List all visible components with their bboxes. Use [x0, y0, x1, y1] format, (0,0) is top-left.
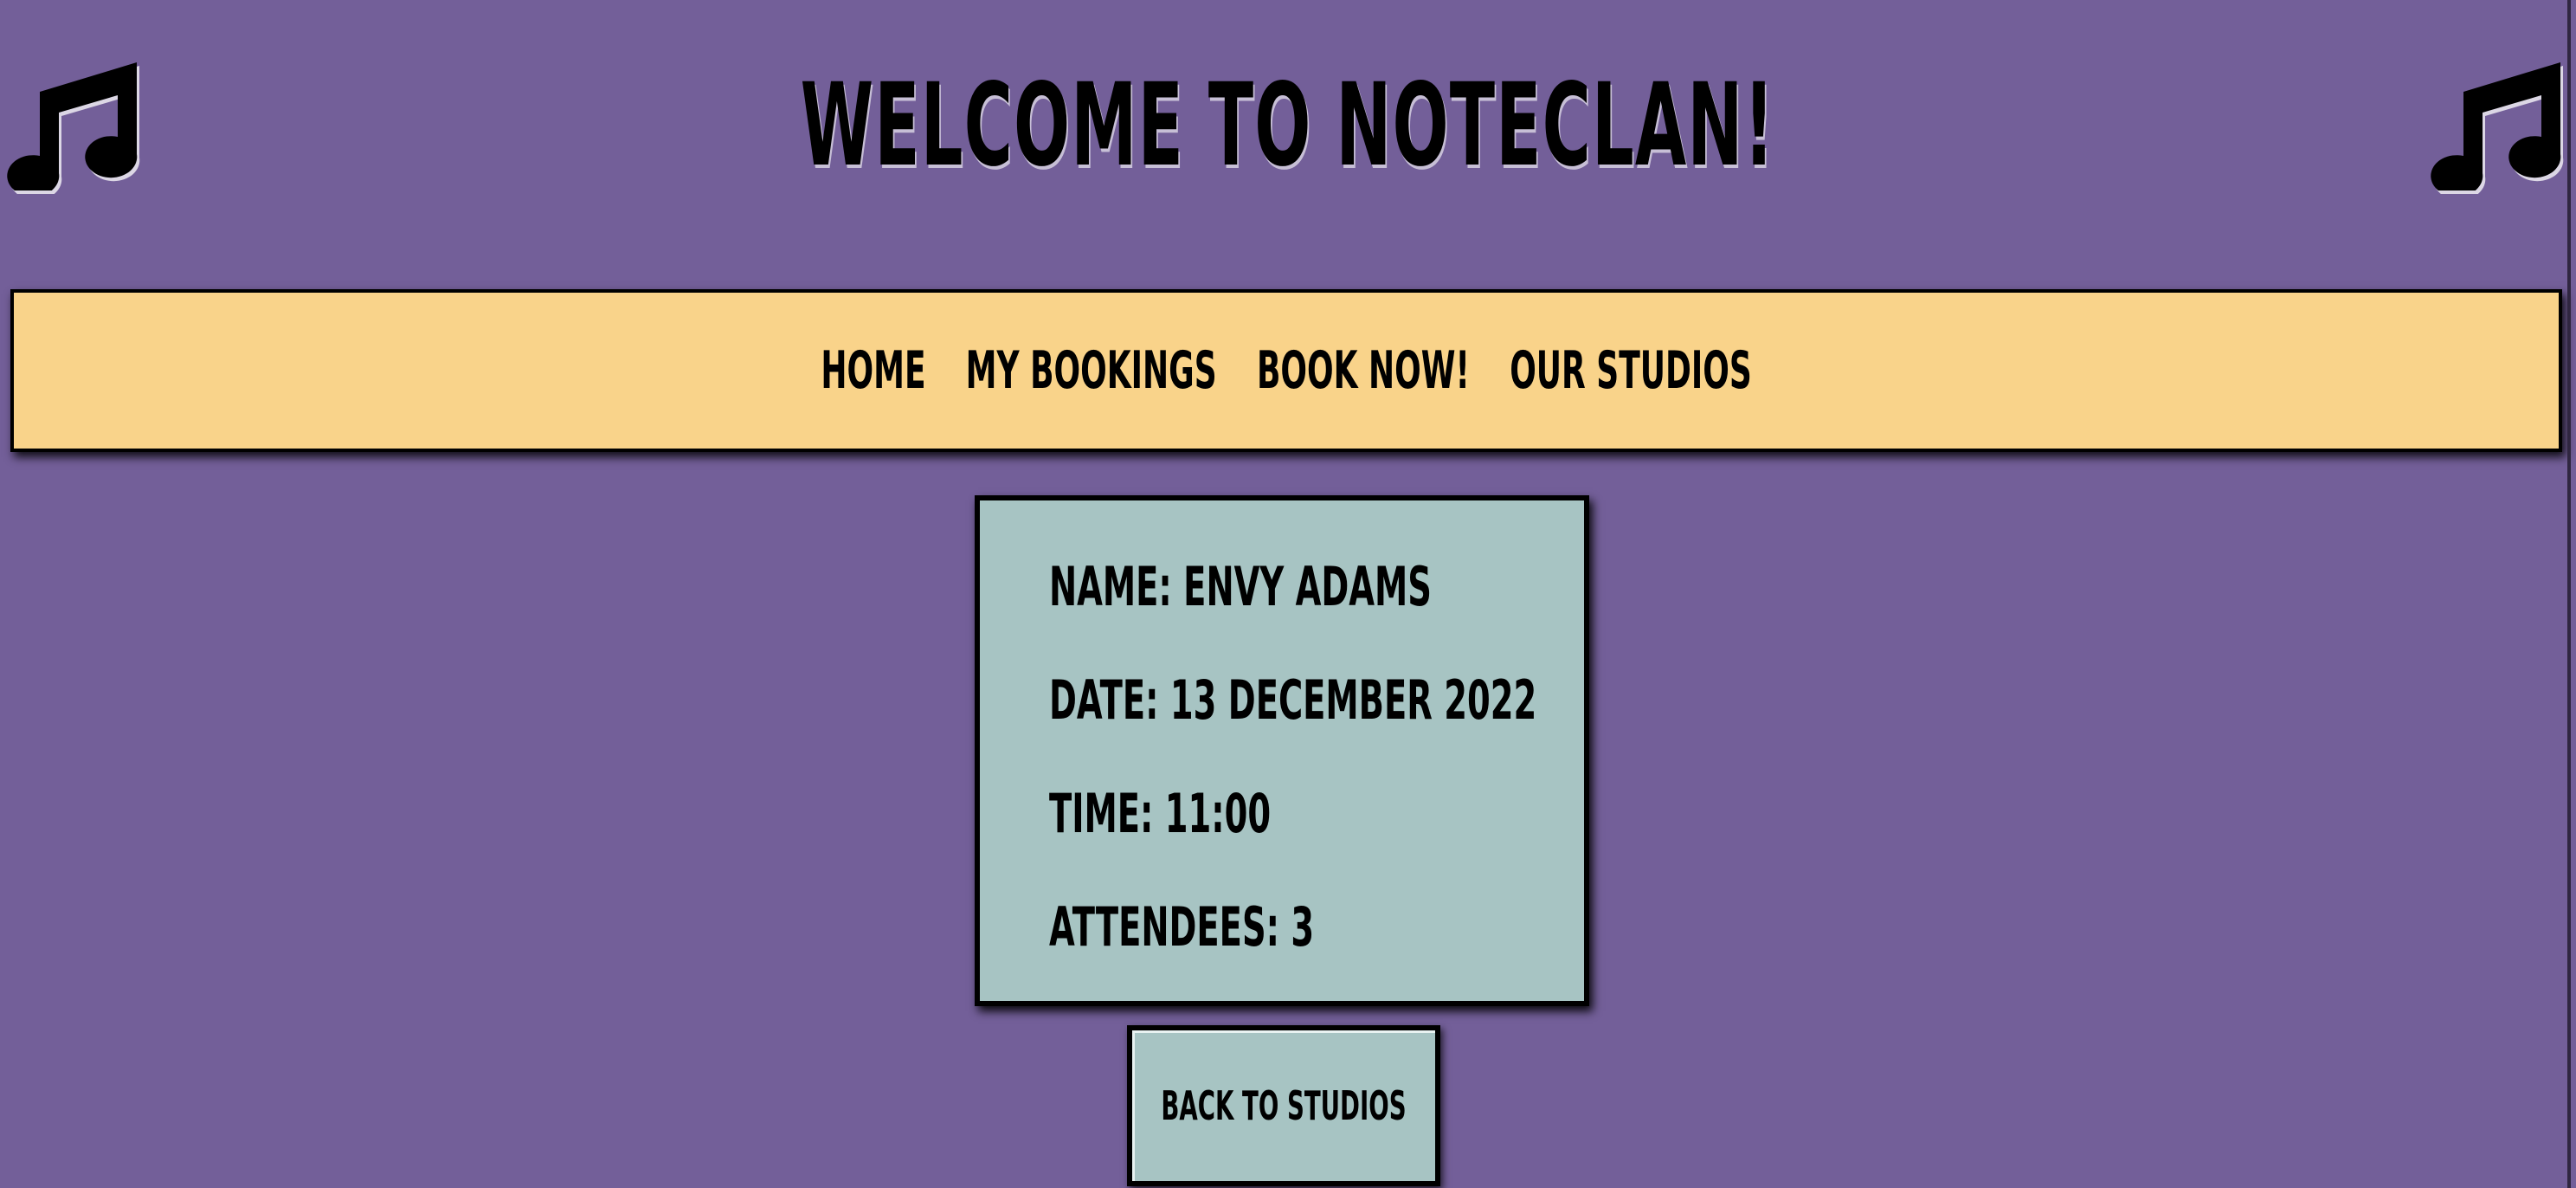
back-to-studios-label: Back to studios: [1161, 1082, 1407, 1129]
booking-name-row: Name: Envy Adams: [1049, 552, 1666, 622]
window-edge: [2567, 0, 2571, 1188]
nav-item-label: Home: [821, 340, 926, 401]
booking-attendees-row: Attendees: 3: [1049, 893, 1477, 962]
page-title: Welcome to NoteClan!: [801, 59, 1775, 192]
booking-date: Date: 13 December 2022: [1049, 668, 1537, 732]
nav-item-home[interactable]: Home: [821, 336, 926, 405]
nav-list: Home My Bookings Book Now! Our Studios: [14, 293, 2559, 449]
nav-item-label: Book Now!: [1257, 340, 1470, 401]
title-container: Welcome to NoteClan!: [0, 61, 2576, 190]
nav-item-book-now[interactable]: Book Now!: [1257, 336, 1470, 405]
back-to-studios-button[interactable]: Back to studios: [1127, 1025, 1440, 1186]
main-nav: Home My Bookings Book Now! Our Studios: [10, 289, 2562, 452]
booking-time-row: Time: 11:00: [1049, 779, 1407, 849]
nav-item-label: My Bookings: [966, 340, 1217, 401]
booking-time: Time: 11:00: [1049, 782, 1272, 845]
booking-date-row: Date: 13 December 2022: [1049, 666, 1835, 735]
nav-item-my-bookings[interactable]: My Bookings: [966, 336, 1217, 405]
booking-attendees: Attendees: 3: [1049, 895, 1315, 959]
music-note-icon: [2431, 62, 2561, 190]
nav-item-our-studios[interactable]: Our Studios: [1510, 336, 1752, 405]
nav-item-label: Our Studios: [1510, 340, 1752, 401]
booking-name: Name: Envy Adams: [1049, 555, 1432, 618]
site-header: Welcome to NoteClan!: [0, 0, 2576, 277]
booking-card: Name: Envy Adams Date: 13 December 2022 …: [975, 495, 1589, 1006]
